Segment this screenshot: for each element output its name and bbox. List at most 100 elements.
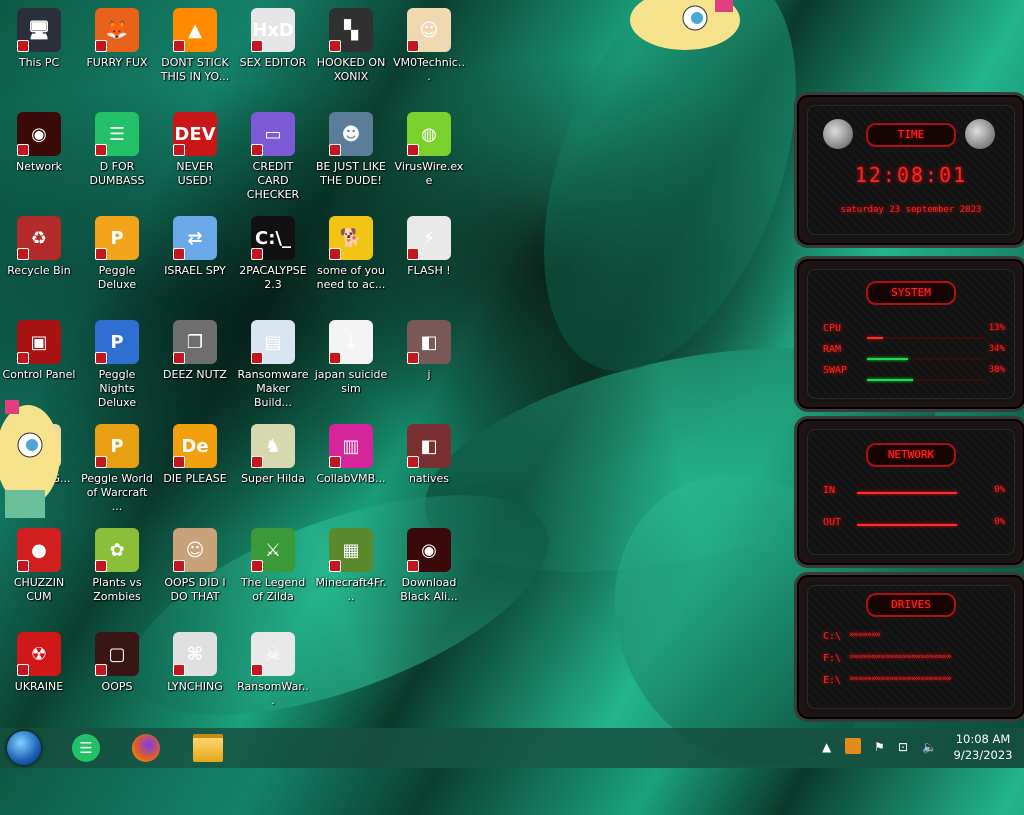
desktop-icon-label: some of you need to ac... xyxy=(316,264,386,291)
desktop-icon[interactable]: C:\_ 2PACALYPSE 2.3 xyxy=(234,212,312,312)
network-graph-line xyxy=(857,492,957,494)
desktop-icon-label: DEEZ NUTZ xyxy=(163,368,227,381)
shortcut-badge-icon xyxy=(95,456,107,468)
shortcut-badge-icon xyxy=(407,352,419,364)
desktop-icon[interactable]: ▥ CollabVMB... xyxy=(312,420,390,520)
drive-usage-chevrons: »»»»»»» xyxy=(849,630,881,640)
desktop-icon[interactable]: P Peggle Deluxe xyxy=(78,212,156,312)
desktop-icon[interactable]: ▦ Minecraft4Fr... xyxy=(312,524,390,624)
clock[interactable]: 10:08 AM 9/23/2023 xyxy=(948,731,1018,763)
desktop-icon[interactable]: ◉ Download Black Ali... xyxy=(390,524,468,624)
tray-app-icon[interactable] xyxy=(845,738,861,754)
taskbar: ☰ ▲ ⚑ ⊡ 🔈 10:08 AM 9/23/2023 xyxy=(0,728,1024,768)
desktop: 🖥 This PC 🦊 FURRY FUX ▲ DONT STICK THIS IN YO… xyxy=(0,0,790,725)
desktop-icon-label: Peggle World of Warcraft ... xyxy=(81,472,153,513)
desktop-icon[interactable]: ⇣ japan suicide sim xyxy=(312,316,390,416)
desktop-icon[interactable]: ☺ OOPS DID I DO THAT xyxy=(156,524,234,624)
desktop-icon[interactable]: ☺ VM0Technic... xyxy=(390,4,468,104)
shortcut-badge-icon xyxy=(95,248,107,260)
desktop-icon[interactable]: ♻ Recycle Bin xyxy=(0,212,78,312)
app-icon: DEV xyxy=(173,112,217,156)
desktop-icon[interactable]: ☻ BE JUST LIKE THE DUDE! xyxy=(312,108,390,208)
desktop-icon-label: OOPS DID I DO THAT xyxy=(164,576,226,603)
desktop-icon[interactable]: ❐ DEEZ NUTZ xyxy=(156,316,234,416)
clock-date: 9/23/2023 xyxy=(953,748,1013,762)
start-button[interactable] xyxy=(6,730,42,766)
app-icon: ☰ xyxy=(95,112,139,156)
widget-date: saturday 23 september 2023 xyxy=(840,205,982,215)
desktop-icon[interactable]: De DIE PLEASE xyxy=(156,420,234,520)
taskbar-app-firefox[interactable] xyxy=(128,730,164,766)
widget-time-header: TIME xyxy=(866,123,956,147)
desktop-icon[interactable]: ⚔ The Legend of Zilda xyxy=(234,524,312,624)
desktop-icon-label: SEX EDITOR xyxy=(239,56,307,69)
desktop-icon[interactable]: ⇄ ISRAEL SPY xyxy=(156,212,234,312)
shortcut-badge-icon xyxy=(407,560,419,572)
desktop-icon[interactable]: 🦊 FURRY FUX xyxy=(78,4,156,104)
shortcut-badge-icon xyxy=(173,248,185,260)
desktop-icon[interactable]: ◍ VirusWire.exe xyxy=(390,108,468,208)
desktop-icon-label: RansomWar... xyxy=(237,680,309,707)
sticker-character xyxy=(615,0,740,60)
show-hidden-icons-chevron-icon[interactable]: ▲ xyxy=(822,740,831,754)
desktop-icon-label: natives xyxy=(408,472,450,485)
app-icon: 🐕 xyxy=(329,216,373,260)
app-icon: ☻ xyxy=(329,112,373,156)
desktop-icon[interactable]: ⌘ LYNCHING xyxy=(156,628,234,728)
desktop-icon[interactable]: P Peggle World of Warcraft ... xyxy=(78,420,156,520)
desktop-icon[interactable]: ♞ Super Hilda xyxy=(234,420,312,520)
desktop-icon-label: Plants vs Zombies xyxy=(92,576,142,603)
desktop-icon[interactable]: ▭ CREDIT CARD CHECKER xyxy=(234,108,312,208)
desktop-icon-label: Ransomware Maker Build... xyxy=(237,368,309,409)
desktop-icon[interactable]: ▢ OOPS xyxy=(78,628,156,728)
desktop-icon[interactable]: DEV NEVER USED! xyxy=(156,108,234,208)
desktop-icon-label: Control Panel xyxy=(2,368,76,381)
desktop-icon[interactable]: ☢ UKRAINE xyxy=(0,628,78,728)
app-icon: De xyxy=(173,424,217,468)
system-row-label: RAM xyxy=(823,344,842,355)
desktop-icon[interactable]: ◧ j xyxy=(390,316,468,416)
widget-time-panel: TIME 12:08:01 saturday 23 september 2023 xyxy=(794,92,1024,248)
desktop-icon[interactable]: HxD SEX EDITOR xyxy=(234,4,312,104)
desktop-icon[interactable]: P Peggle Nights Deluxe xyxy=(78,316,156,416)
drive-usage-chevrons: »»»»»»»»»»»»»»»»»»»»»»» xyxy=(849,652,952,662)
desktop-icon[interactable]: ☠ RansomWar... xyxy=(234,628,312,728)
app-icon: ◧ xyxy=(407,320,451,364)
volume-icon[interactable]: 🔈 xyxy=(922,740,937,754)
desktop-icon[interactable]: 🐕 some of you need to ac... xyxy=(312,212,390,312)
shortcut-badge-icon xyxy=(329,40,341,52)
desktop-icon-label: ISRAEL SPY xyxy=(164,264,226,277)
shortcut-badge-icon xyxy=(251,352,263,364)
flag-icon[interactable]: ⚑ xyxy=(874,740,885,754)
desktop-icon[interactable]: 🖥 This PC xyxy=(0,4,78,104)
widget-system-header: SYSTEM xyxy=(866,281,956,305)
desktop-icon[interactable]: ▚ HOOKED ON XONIX xyxy=(312,4,390,104)
desktop-icon-label: Minecraft4Fr... xyxy=(315,576,387,603)
desktop-icon[interactable]: ▲ DONT STICK THIS IN YO... xyxy=(156,4,234,104)
taskbar-app-explorer[interactable] xyxy=(190,730,226,766)
shortcut-badge-icon xyxy=(17,560,29,572)
desktop-icon[interactable]: ▤ Ransomware Maker Build... xyxy=(234,316,312,416)
desktop-icon[interactable]: ✿ Plants vs Zombies xyxy=(78,524,156,624)
clock-time: 10:08 AM xyxy=(955,732,1011,746)
app-icon: P xyxy=(95,320,139,364)
app-icon: ⌘ xyxy=(173,632,217,676)
app-icon: ☺ xyxy=(407,8,451,52)
desktop-icon-label: Peggle Deluxe xyxy=(97,264,137,291)
desktop-icon[interactable]: ● CHUZZIN CUM xyxy=(0,524,78,624)
desktop-icon[interactable]: ⚡ FLASH ! xyxy=(390,212,468,312)
shortcut-badge-icon xyxy=(251,664,263,676)
desktop-icon[interactable]: ☰ D FOR DUMBASS xyxy=(78,108,156,208)
system-row-value: 34% xyxy=(988,344,1005,354)
shortcut-badge-icon xyxy=(173,456,185,468)
network-icon[interactable]: ⊡ xyxy=(898,740,908,754)
desktop-icon[interactable]: ◉ Network xyxy=(0,108,78,208)
desktop-icon-label: japan suicide sim xyxy=(314,368,388,395)
drive-row-label: C:\ xyxy=(823,631,842,642)
taskbar-app-notes[interactable]: ☰ xyxy=(68,730,104,766)
system-row-value: 38% xyxy=(988,365,1005,375)
shortcut-badge-icon xyxy=(173,664,185,676)
desktop-icon[interactable]: ◧ natives xyxy=(390,420,468,520)
desktop-icon-label: LYNCHING xyxy=(167,680,223,693)
desktop-icon-label: Network xyxy=(16,160,62,173)
